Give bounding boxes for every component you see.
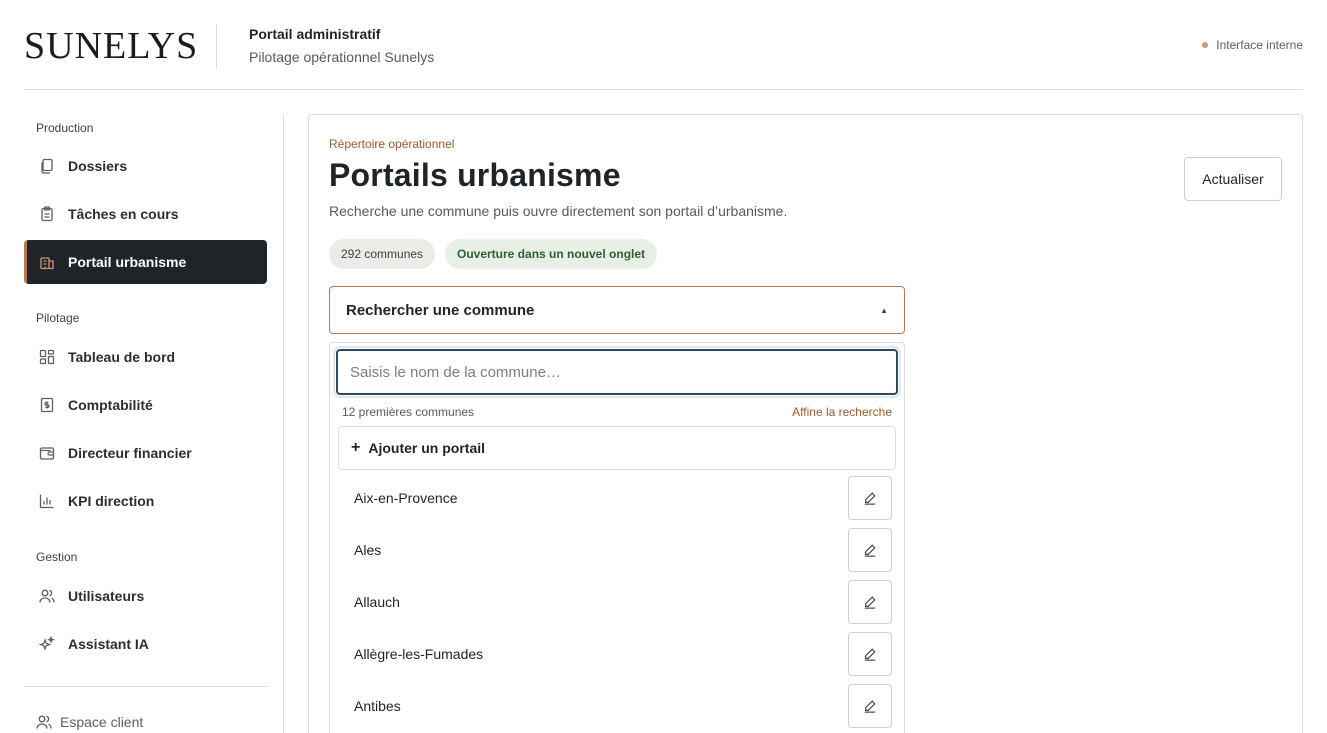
plus-icon: + [351,439,361,456]
page-description: Recherche une commune puis ouvre directe… [329,203,788,219]
sidebar-item-comptabilite[interactable]: Comptabilité [24,383,267,427]
sidebar-item-directeur-financier[interactable]: Directeur financier [24,431,267,475]
status-indicator: Interface interne [1202,38,1303,52]
sidebar-item-tableau-de-bord[interactable]: Tableau de bord [24,335,267,379]
page-title: Portails urbanisme [329,157,621,193]
commune-dropdown: 12 premières communes Affine la recherch… [329,342,905,733]
espace-client-label: Espace client [60,714,144,730]
sidebar: Production Dossiers Tâches en cours Port… [24,114,267,733]
sidebar-section-pilotage: Pilotage [36,311,80,325]
sidebar-item-utilisateurs[interactable]: Utilisateurs [24,574,267,618]
users-icon [38,587,56,605]
add-portal-label: Ajouter un portail [368,440,486,456]
sidebar-divider [24,686,267,687]
top-header: SUNELYS Portail administratif Pilotage o… [24,0,1303,90]
sidebar-item-label: KPI direction [68,493,155,509]
commune-name: Allauch [354,594,400,610]
commune-name: Antibes [354,698,401,714]
sidebar-item-label: Comptabilité [68,397,153,413]
page-eyebrow: Répertoire opérationnel [329,137,455,151]
edit-button[interactable] [848,632,892,676]
commune-count-badge: 292 communes [329,239,436,269]
pencil-icon [863,543,877,557]
users-icon [36,714,52,730]
list-item[interactable]: Allègre-les-Fumades [338,628,896,680]
sidebar-item-label: Tâches en cours [68,206,179,222]
sidebar-vertical-divider [283,114,284,733]
header-divider [216,24,217,69]
sidebar-item-label: Dossiers [68,158,128,174]
sidebar-item-label: Portail urbanisme [68,254,187,270]
list-item[interactable]: Antibes [338,680,896,732]
sidebar-item-label: Directeur financier [68,445,192,461]
bar-chart-icon [38,492,56,510]
commune-select-label: Rechercher une commune [346,301,535,319]
list-item[interactable]: Allauch [338,576,896,628]
commune-name: Aix-en-Provence [354,490,458,506]
building-icon [38,253,56,271]
refine-search-link[interactable]: Affine la recherche [792,405,892,419]
dashboard-icon [38,348,56,366]
add-portal-button[interactable]: + Ajouter un portail [338,426,896,470]
sidebar-item-label: Tableau de bord [68,349,176,365]
status-dot-icon [1202,42,1209,48]
clipboard-icon [38,205,56,223]
commune-name: Ales [354,542,382,558]
pencil-icon [863,595,877,609]
sidebar-item-label: Assistant IA [68,636,149,652]
list-item[interactable]: Aix-en-Provence [338,472,896,524]
pencil-icon [863,491,877,505]
sidebar-item-taches[interactable]: Tâches en cours [24,192,267,236]
edit-button[interactable] [848,580,892,624]
pencil-icon [863,699,877,713]
main-panel: Répertoire opérationnel Portails urbanis… [308,114,1303,733]
sidebar-section-gestion: Gestion [36,550,78,564]
documents-icon [38,157,56,175]
list-item[interactable]: Ales [338,524,896,576]
commune-search-input[interactable] [333,346,901,398]
edit-button[interactable] [848,684,892,728]
commune-name: Allègre-les-Fumades [354,646,484,662]
sidebar-item-dossiers[interactable]: Dossiers [24,144,267,188]
edit-button[interactable] [848,476,892,520]
sidebar-item-kpi-direction[interactable]: KPI direction [24,479,267,523]
header-title: Portail administratif [249,26,381,42]
refresh-button[interactable]: Actualiser [1184,157,1282,201]
pencil-icon [863,647,877,661]
sidebar-section-production: Production [36,121,94,135]
edit-button[interactable] [848,528,892,572]
receipt-icon [38,396,56,414]
sidebar-item-assistant-ia[interactable]: Assistant IA [24,622,267,666]
espace-client-link[interactable]: Espace client [36,714,143,730]
caret-up-icon: ▲ [880,305,888,315]
sunelys-logo[interactable]: SUNELYS [24,26,198,66]
results-count-text: 12 premières communes [342,405,475,419]
new-tab-badge: Ouverture dans un nouvel onglet [445,239,658,269]
sparkle-icon [38,635,56,653]
sidebar-item-label: Utilisateurs [68,588,145,604]
sidebar-item-portail-urbanisme[interactable]: Portail urbanisme [24,240,267,284]
wallet-icon [38,444,56,462]
status-text: Interface interne [1216,38,1303,52]
header-subtitle: Pilotage opérationnel Sunelys [249,49,435,65]
commune-select[interactable]: Rechercher une commune ▲ [329,286,905,334]
